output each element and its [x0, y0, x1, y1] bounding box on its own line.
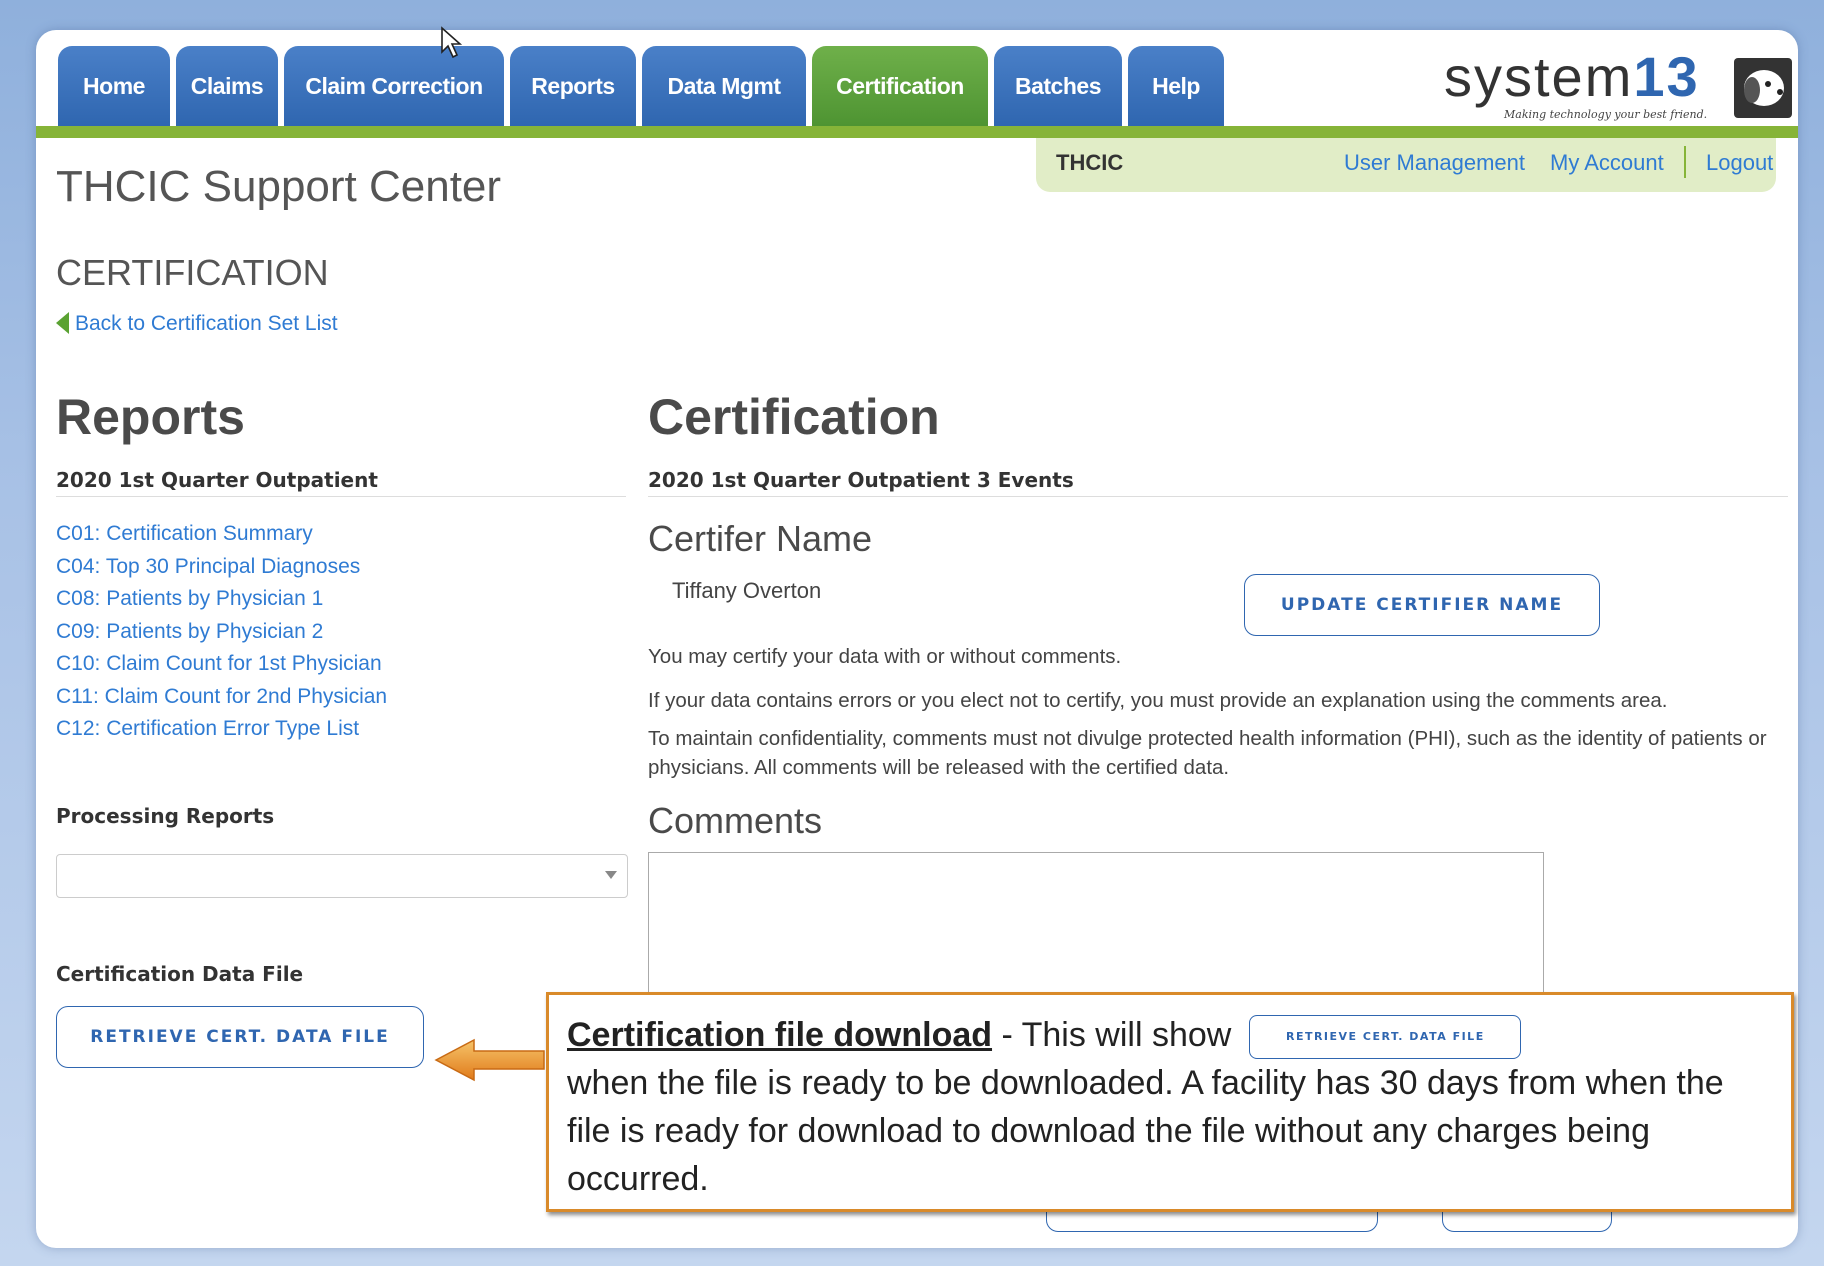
logout-link[interactable]: Logout: [1706, 150, 1773, 176]
retrieve-cert-data-file-button[interactable]: RETRIEVE CERT. DATA FILE: [56, 1006, 424, 1068]
system13-logo: system13 Making technology your best fri…: [1444, 45, 1794, 132]
tab-claim-correction[interactable]: Claim Correction: [284, 46, 504, 126]
certifier-name-heading: Certifer Name: [648, 518, 873, 559]
chevron-down-icon: [605, 871, 617, 879]
tab-certification[interactable]: Certification: [812, 46, 988, 126]
confidentiality-info-text: To maintain confidentiality, comments mu…: [648, 727, 1767, 779]
back-to-set-list-link[interactable]: Back to Certification Set List: [56, 312, 338, 336]
download-callout: Certification file download - This will …: [546, 992, 1794, 1212]
logo-tagline: Making technology your best friend.: [1504, 108, 1708, 121]
certification-heading: Certification: [648, 389, 940, 445]
reports-subtitle: 2020 1st Quarter Outpatient: [56, 468, 626, 497]
logo-wordmark: system13: [1444, 44, 1700, 109]
link-divider: [1684, 146, 1686, 178]
logo-word: system: [1444, 45, 1634, 108]
tab-reports[interactable]: Reports: [510, 46, 636, 126]
callout-heading: Certification file download: [567, 1016, 993, 1054]
callout-body: when the file is ready to be downloaded.…: [567, 1064, 1724, 1199]
report-link-c11[interactable]: C11: Claim Count for 2nd Physician: [56, 681, 387, 714]
report-link-c01[interactable]: C01: Certification Summary: [56, 518, 387, 551]
report-link-c12[interactable]: C12: Certification Error Type List: [56, 713, 387, 746]
tab-claims[interactable]: Claims: [176, 46, 278, 126]
report-link-c08[interactable]: C08: Patients by Physician 1: [56, 583, 387, 616]
nav-accent-bar: [36, 126, 1798, 138]
tab-data-mgmt[interactable]: Data Mgmt: [642, 46, 806, 126]
errors-info-text: If your data contains errors or you elec…: [648, 689, 1668, 712]
certification-subtitle: 2020 1st Quarter Outpatient 3 Events: [648, 468, 1788, 497]
processing-reports-select[interactable]: [56, 854, 628, 898]
cert-data-file-label: Certification Data File: [56, 962, 304, 986]
back-arrow-icon: [56, 312, 69, 334]
certifier-name-value: Tiffany Overton: [672, 578, 822, 603]
tab-help[interactable]: Help: [1128, 46, 1224, 126]
app-frame: Home Claims Claim Correction Reports Dat…: [36, 30, 1798, 1248]
report-link-c09[interactable]: C09: Patients by Physician 2: [56, 616, 387, 649]
my-account-link[interactable]: My Account: [1550, 150, 1664, 176]
comments-heading: Comments: [648, 800, 823, 841]
processing-reports-label: Processing Reports: [56, 804, 275, 828]
report-link-c04[interactable]: C04: Top 30 Principal Diagnoses: [56, 551, 387, 584]
sub-header-bar: THCIC User Management My Account Logout: [1036, 138, 1776, 192]
org-label: THCIC: [1056, 150, 1124, 175]
tab-batches[interactable]: Batches: [994, 46, 1122, 126]
page-title: CERTIFICATION: [56, 252, 329, 293]
dog-logo-icon: [1734, 58, 1792, 118]
tab-home[interactable]: Home: [58, 46, 170, 126]
callout-lead: - This will show: [992, 1016, 1232, 1054]
mouse-pointer-icon: [441, 26, 463, 59]
site-title: THCIC Support Center: [56, 162, 502, 211]
report-link-c10[interactable]: C10: Claim Count for 1st Physician: [56, 648, 387, 681]
back-link-label: Back to Certification Set List: [75, 312, 338, 335]
callout-retrieve-button-sample: RETRIEVE CERT. DATA FILE: [1249, 1015, 1522, 1060]
logo-number: 13: [1633, 45, 1700, 108]
certify-info-text: You may certify your data with or withou…: [648, 645, 1122, 668]
user-management-link[interactable]: User Management: [1344, 150, 1525, 176]
callout-arrow-icon: [434, 1038, 545, 1082]
reports-heading: Reports: [56, 389, 245, 445]
update-certifier-name-button[interactable]: UPDATE CERTIFIER NAME: [1244, 574, 1600, 636]
report-links: C01: Certification Summary C04: Top 30 P…: [56, 518, 387, 746]
